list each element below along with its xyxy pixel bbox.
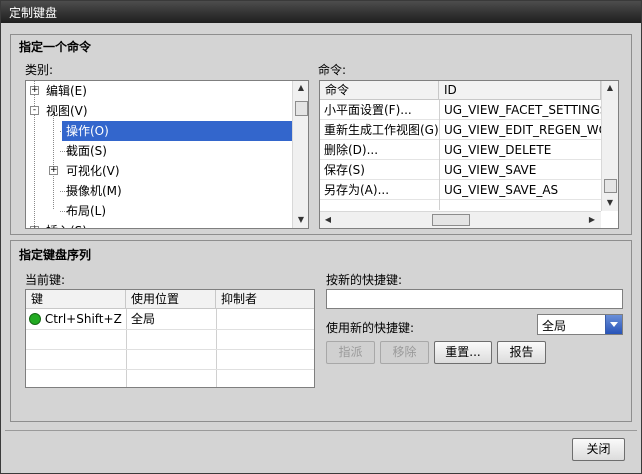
scope-select[interactable]: 全局 [537, 314, 623, 335]
tree-item-label: 布局(L) [66, 204, 107, 218]
keyboard-group-title: 指定键盘序列 [19, 248, 92, 262]
chevron-down-icon[interactable] [605, 315, 622, 334]
report-button[interactable]: 报告 [497, 341, 546, 364]
tree-item-label: 可视化(V) [66, 164, 120, 178]
status-dot-icon [29, 313, 41, 325]
column-header-command[interactable]: 命令 [320, 81, 439, 100]
category-label: 类别: [25, 63, 54, 77]
new-shortcut-input[interactable] [326, 289, 623, 309]
assign-button[interactable]: 指派 [326, 341, 375, 364]
expand-icon[interactable]: + [30, 86, 39, 95]
command-id-cell[interactable]: UG_VIEW_DELETE [440, 140, 601, 160]
column-header-location[interactable]: 使用位置 [126, 290, 216, 309]
scroll-up-icon[interactable]: ▲ [293, 83, 308, 92]
command-id-cell[interactable]: UG_VIEW_SAVE [440, 160, 601, 180]
scroll-right-icon[interactable]: ▶ [584, 215, 600, 224]
tree-item-edit[interactable]: + 编辑(E) [26, 81, 294, 101]
tree-item-camera[interactable]: 摄像机(M) [26, 181, 294, 201]
command-id-cell[interactable]: UG_VIEW_EDIT_REGEN_WO... [440, 120, 601, 140]
scroll-down-icon[interactable]: ▼ [293, 215, 308, 224]
suppressor-cell[interactable] [217, 309, 314, 329]
command-cell[interactable]: 另存为(A)... [320, 180, 439, 200]
commands-horizontal-scrollbar[interactable]: ◀ ▶ [320, 211, 601, 228]
tree-item-layout[interactable]: 布局(L) [26, 201, 294, 221]
footer-divider [5, 430, 637, 431]
tree-item-view[interactable]: - 视图(V) [26, 101, 294, 121]
tree-item-label: 截面(S) [66, 144, 107, 158]
tree-item-section[interactable]: 截面(S) [26, 141, 294, 161]
command-cell[interactable]: 保存(S) [320, 160, 439, 180]
row-divider [26, 329, 314, 330]
command-label: 命令: [318, 63, 347, 77]
tree-item-label: 视图(V) [46, 104, 88, 118]
row-divider [26, 369, 314, 370]
customize-keyboard-dialog: 定制键盘 指定一个命令 类别: 命令: + 编辑(E) - 视图(V) 操作(O… [0, 0, 642, 474]
expand-icon[interactable]: + [49, 166, 58, 175]
expand-icon[interactable]: + [30, 226, 39, 228]
column-header-key[interactable]: 键 [26, 290, 126, 309]
command-cell[interactable]: 重新生成工作视图(G) [320, 120, 439, 140]
remove-button[interactable]: 移除 [380, 341, 429, 364]
current-keys-table[interactable]: 键 使用位置 抑制者 Ctrl+Shift+Z 全局 [25, 289, 315, 388]
command-id-cell[interactable]: UG_VIEW_SAVE_AS [440, 180, 601, 200]
window-title: 定制键盘 [9, 6, 58, 20]
current-keys-label: 当前键: [25, 273, 66, 287]
tree-item-insert[interactable]: + 插入(S) [26, 221, 294, 228]
tree-item-label: 插入(S) [46, 221, 87, 228]
command-cell[interactable]: 小平面设置(F)... [320, 100, 439, 120]
key-cell[interactable]: Ctrl+Shift+Z [26, 309, 126, 329]
close-button[interactable]: 关闭 [572, 438, 625, 461]
scroll-thumb[interactable] [604, 179, 617, 193]
scope-value: 全局 [542, 319, 567, 333]
key-sequence: Ctrl+Shift+Z [44, 312, 122, 326]
commands-table[interactable]: 命令 ID 小平面设置(F)... UG_VIEW_FACET_SETTINGS… [319, 80, 619, 229]
command-group-title: 指定一个命令 [19, 40, 92, 54]
column-header-id[interactable]: ID [439, 81, 601, 100]
title-bar: 定制键盘 [1, 1, 641, 23]
tree-item-label: 摄像机(M) [66, 184, 122, 198]
keyboard-sequence-group: 指定键盘序列 当前键: 键 使用位置 抑制者 Ctrl+Shift+Z 全局 按… [10, 240, 632, 422]
category-tree-scrollbar[interactable]: ▲ ▼ [292, 81, 308, 228]
command-cell[interactable]: 删除(D)... [320, 140, 439, 160]
row-divider [26, 349, 314, 350]
tree-item-label: 编辑(E) [46, 84, 87, 98]
location-cell[interactable]: 全局 [127, 309, 216, 329]
tree-item-operation[interactable]: 操作(O) [62, 121, 294, 141]
tree-item-visualization[interactable]: + 可视化(V) [26, 161, 294, 181]
category-tree[interactable]: + 编辑(E) - 视图(V) 操作(O) 截面(S) + 可视化(V) 摄像机… [25, 80, 309, 229]
collapse-icon[interactable]: - [30, 106, 39, 115]
tree-item-label: 操作(O) [66, 124, 109, 138]
use-shortcut-label: 使用新的快捷键: [326, 321, 415, 335]
new-shortcut-label: 按新的快捷键: [326, 273, 403, 287]
scroll-up-icon[interactable]: ▲ [602, 83, 618, 92]
command-group: 指定一个命令 类别: 命令: + 编辑(E) - 视图(V) 操作(O) 截面(… [10, 34, 632, 235]
scroll-left-icon[interactable]: ◀ [320, 215, 336, 224]
command-id-cell[interactable]: UG_VIEW_FACET_SETTINGS [440, 100, 601, 120]
commands-vertical-scrollbar[interactable]: ▲ ▼ [601, 81, 618, 211]
scroll-down-icon[interactable]: ▼ [602, 198, 618, 207]
horizontal-scroll-thumb[interactable] [432, 214, 470, 226]
scroll-thumb[interactable] [295, 101, 308, 116]
reset-button[interactable]: 重置... [434, 341, 492, 364]
column-header-suppressor[interactable]: 抑制者 [216, 290, 314, 309]
